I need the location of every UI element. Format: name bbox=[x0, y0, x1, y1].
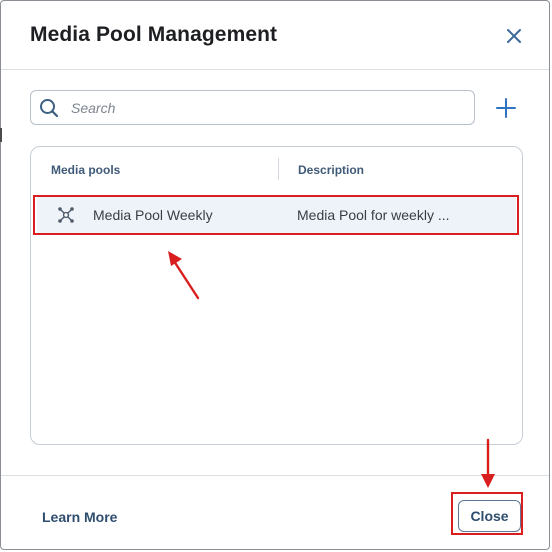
media-pool-icon bbox=[57, 206, 75, 224]
table-row[interactable]: Media Pool Weekly Media Pool for weekly … bbox=[37, 197, 516, 233]
plus-icon bbox=[496, 98, 516, 118]
column-divider[interactable] bbox=[278, 158, 279, 180]
close-icon[interactable] bbox=[501, 23, 527, 49]
background-edge bbox=[0, 128, 2, 142]
close-button[interactable]: Close bbox=[458, 500, 521, 532]
column-header-media-pools[interactable]: Media pools bbox=[51, 163, 120, 177]
dialog-footer: Learn More Close bbox=[1, 475, 549, 549]
dialog-header: Media Pool Management bbox=[1, 1, 549, 70]
add-media-pool-button[interactable] bbox=[494, 96, 518, 120]
media-pool-dialog: Media Pool Management Media pools Descri… bbox=[0, 0, 550, 550]
media-pool-description: Media Pool for weekly ... bbox=[297, 207, 450, 223]
media-pools-table: Media pools Description Media Pool Weekl… bbox=[30, 146, 523, 445]
learn-more-link[interactable]: Learn More bbox=[42, 509, 117, 525]
column-header-description[interactable]: Description bbox=[298, 163, 364, 177]
search-icon bbox=[39, 98, 59, 118]
media-pool-name: Media Pool Weekly bbox=[93, 207, 213, 223]
search-input[interactable] bbox=[71, 91, 466, 124]
search-field[interactable] bbox=[30, 90, 475, 125]
dialog-title: Media Pool Management bbox=[30, 23, 278, 46]
